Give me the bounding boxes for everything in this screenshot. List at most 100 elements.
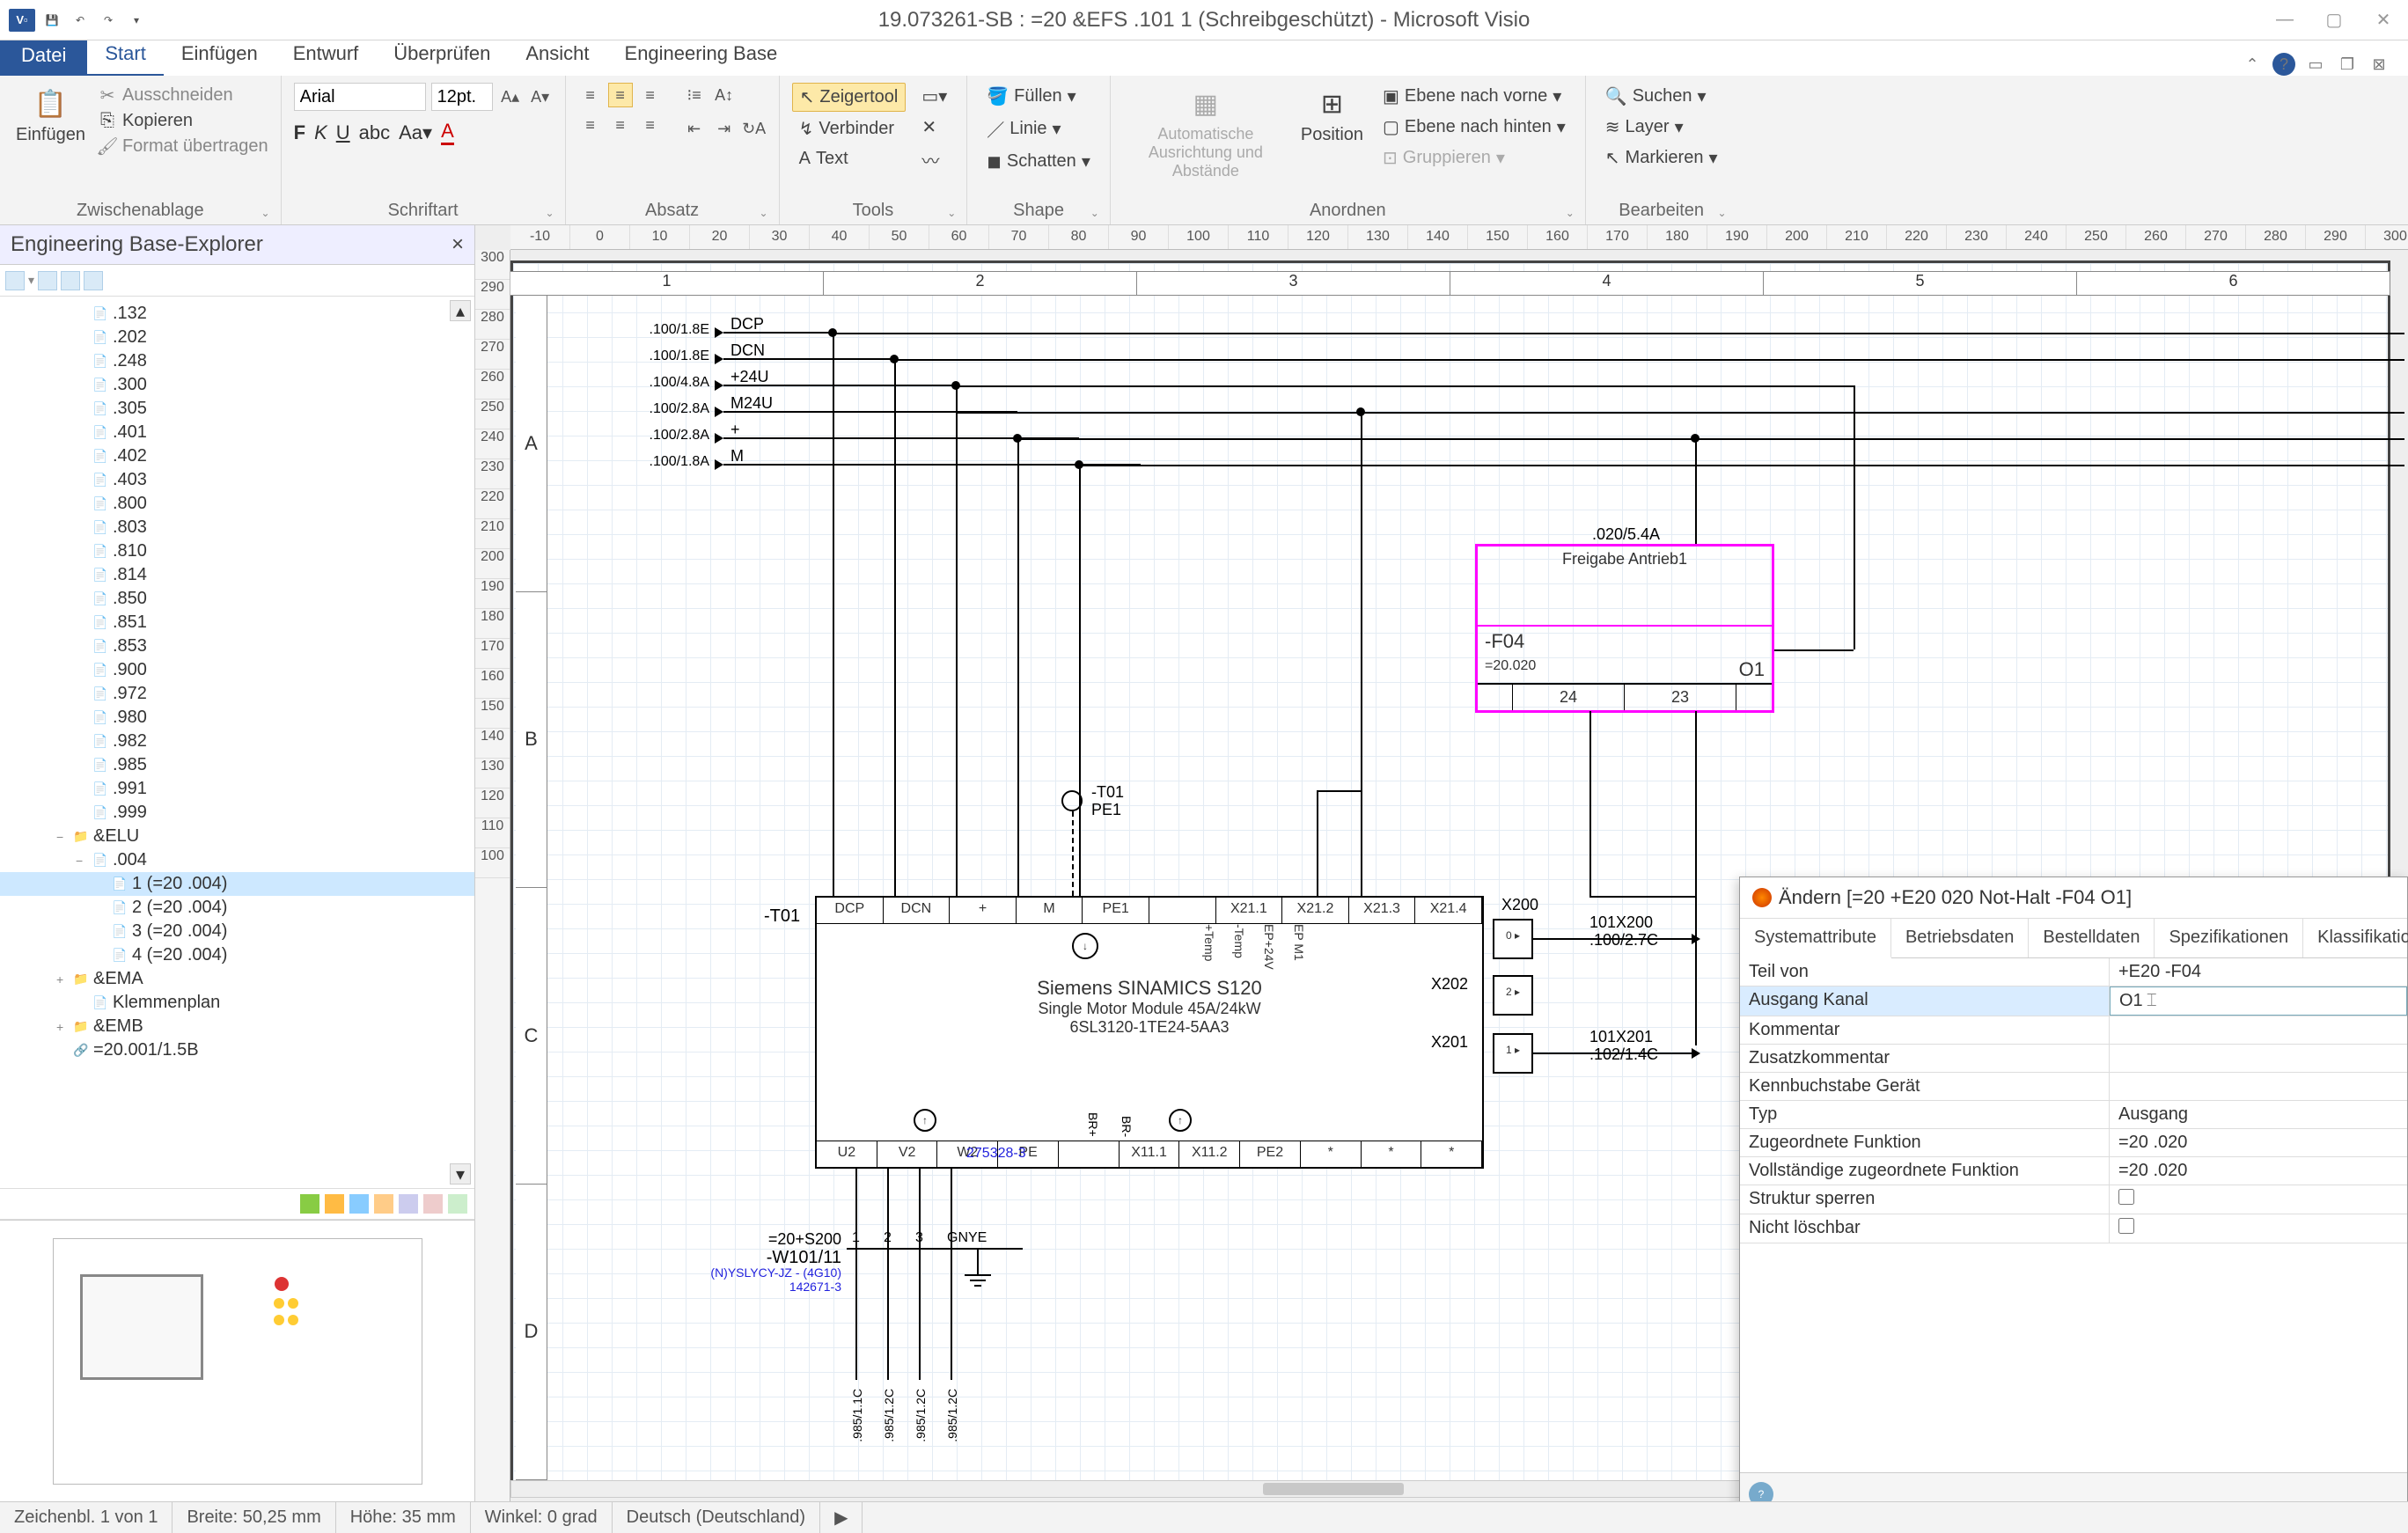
property-row[interactable]: TypAusgang [1740,1101,2407,1129]
rotate-text[interactable]: ↻A [742,116,767,141]
font-name-combo[interactable] [294,83,426,111]
tree-item[interactable]: 📄.980 [0,706,474,730]
dialog-title-bar[interactable]: Ändern [=20 +E20 020 Not-Halt -F04 O1] [1740,877,2407,919]
shadow-button[interactable]: ◼Schatten ▾ [980,148,1098,175]
property-row[interactable]: Teil von+E20 -F04 [1740,958,2407,987]
drawing-canvas[interactable]: -100102030405060708090100110120130140150… [475,225,2408,1501]
tree-item[interactable]: −📄.004 [0,848,474,872]
bt-5[interactable] [399,1194,418,1214]
maximize-button[interactable]: ▢ [2309,1,2359,40]
dialog-tab[interactable]: Bestelldaten [2029,919,2155,957]
property-row[interactable]: Zusatzkommentar [1740,1045,2407,1073]
tree-item[interactable]: 📄.900 [0,658,474,682]
tree-item[interactable]: 📄Klemmenplan [0,991,474,1015]
minimize-button[interactable]: — [2260,1,2309,40]
window-close-icon[interactable]: ⊠ [2368,53,2390,76]
tree-item[interactable]: 📄3 (=20 .004) [0,920,474,943]
redo-button[interactable]: ↷ [97,9,120,32]
format-painter-button[interactable]: 🖌Format übertragen [98,134,268,159]
tree-item[interactable]: 📄.402 [0,444,474,468]
tree-item[interactable]: 📄.853 [0,634,474,658]
property-row[interactable]: Struktur sperren [1740,1185,2407,1214]
underline-button[interactable]: U [336,121,350,144]
bold-button[interactable]: F [294,121,305,144]
cut-button[interactable]: ✂Ausschneiden [98,83,268,108]
decrease-indent[interactable]: ⇤ [682,116,707,141]
dialog-tab[interactable]: Systemattribute [1740,919,1891,958]
text-tool[interactable]: AText [792,146,907,172]
property-row[interactable]: Ausgang KanalO1⌶ [1740,987,2407,1016]
window-restore-icon[interactable]: ❐ [2336,53,2359,76]
align-top-left[interactable]: ≡ [578,83,603,107]
explorer-tool-3[interactable] [61,271,80,290]
bt-3[interactable] [349,1194,369,1214]
dialog-tab[interactable]: Spezifikationen [2155,919,2303,957]
tree-item[interactable]: 🔗=20.001/1.5B [0,1038,474,1062]
tree-item[interactable]: 📄.985 [0,753,474,777]
increase-indent[interactable]: ⇥ [712,116,737,141]
paste-button[interactable]: 📋 Einfügen [12,83,89,149]
connector-tool[interactable]: ↯Verbinder [792,115,907,143]
delete-tool[interactable]: ✕ [914,114,954,141]
property-row[interactable]: Vollständige zugeordnete Funktion=20 .02… [1740,1157,2407,1185]
save-button[interactable]: 💾 [40,9,63,32]
font-color-button[interactable]: A [441,120,454,145]
tree-item[interactable]: 📄.972 [0,682,474,706]
shrink-font-button[interactable]: A▾ [528,84,553,109]
bt-7[interactable] [448,1194,467,1214]
scrollbar-thumb[interactable] [1263,1483,1404,1495]
f04-device[interactable]: .020/5.4A Freigabe Antrieb1 -F04 =20.020… [1475,544,1774,713]
explorer-tool-1[interactable] [5,271,25,290]
italic-button[interactable]: K [314,121,327,144]
position-button[interactable]: ⊞ Position [1297,83,1367,149]
tree-item[interactable]: 📄4 (=20 .004) [0,943,474,967]
tree-item[interactable]: 📄.248 [0,349,474,373]
dialog-tab[interactable]: Klassifikation [2303,919,2408,957]
tree-item[interactable]: 📄.810 [0,539,474,563]
property-row[interactable]: Nicht löschbar [1740,1214,2407,1243]
tree-item[interactable]: +📁&EMA [0,967,474,991]
layer-button[interactable]: ≋Layer ▾ [1598,114,1725,141]
tree-item[interactable]: 📄.132 [0,302,474,326]
tree-item[interactable]: −📁&ELU [0,825,474,848]
align-top-center[interactable]: ≡ [608,83,633,107]
align-top-right[interactable]: ≡ [638,83,663,107]
tree-scroll-up[interactable]: ▴ [450,300,471,321]
font-size-combo[interactable] [431,83,493,111]
align-mid-center[interactable]: ≡ [608,113,633,137]
freeform-tool[interactable]: 〰 [914,144,954,175]
tree-item[interactable]: 📄.803 [0,516,474,539]
sinamics-module[interactable]: -T01 DCPDCN+MPE1X21.1X21.2X21.3X21.4 Sie… [815,896,1484,1169]
property-row[interactable]: Zugeordnete Funktion=20 .020 [1740,1129,2407,1157]
bring-forward-button[interactable]: ▣Ebene nach vorne ▾ [1376,83,1573,110]
bt-6[interactable] [423,1194,443,1214]
explorer-tool-4[interactable] [84,271,103,290]
tree-item[interactable]: 📄.800 [0,492,474,516]
status-language[interactable]: Deutsch (Deutschland) [613,1502,820,1533]
tree-item[interactable]: 📄.300 [0,373,474,397]
help-icon[interactable]: ? [2272,53,2295,76]
explorer-tree[interactable]: ▴ ▾ 📄.132📄.202📄.248📄.300📄.305📄.401📄.402📄… [0,297,474,1188]
ribbon-collapse-icon[interactable]: ⌃ [2241,53,2264,76]
tree-item[interactable]: 📄.403 [0,468,474,492]
tree-item[interactable]: 📄1 (=20 .004) [0,872,474,896]
tree-item[interactable]: 📄.305 [0,397,474,421]
align-mid-left[interactable]: ≡ [578,113,603,137]
tree-item[interactable]: 📄2 (=20 .004) [0,896,474,920]
send-backward-button[interactable]: ▢Ebene nach hinten ▾ [1376,114,1573,141]
status-macro-icon[interactable]: ▶ [820,1502,863,1533]
tree-item[interactable]: 📄.814 [0,563,474,587]
text-direction-button[interactable]: A↕ [712,83,737,107]
case-button[interactable]: Aa▾ [399,121,432,144]
dialog-tab[interactable]: Betriebsdaten [1891,919,2029,957]
tree-item[interactable]: 📄.982 [0,730,474,753]
bt-4[interactable] [374,1194,393,1214]
rectangle-tool[interactable]: ▭▾ [914,83,954,110]
explorer-close-icon[interactable]: × [452,232,464,257]
align-mid-right[interactable]: ≡ [638,113,663,137]
bullets-button[interactable]: ⁝≡ [682,83,707,107]
file-tab[interactable]: Datei [0,35,87,76]
property-row[interactable]: Kommentar [1740,1016,2407,1045]
pointer-tool[interactable]: ↖Zeigertool [792,83,907,112]
status-page[interactable]: Zeichenbl. 1 von 1 [0,1502,173,1533]
